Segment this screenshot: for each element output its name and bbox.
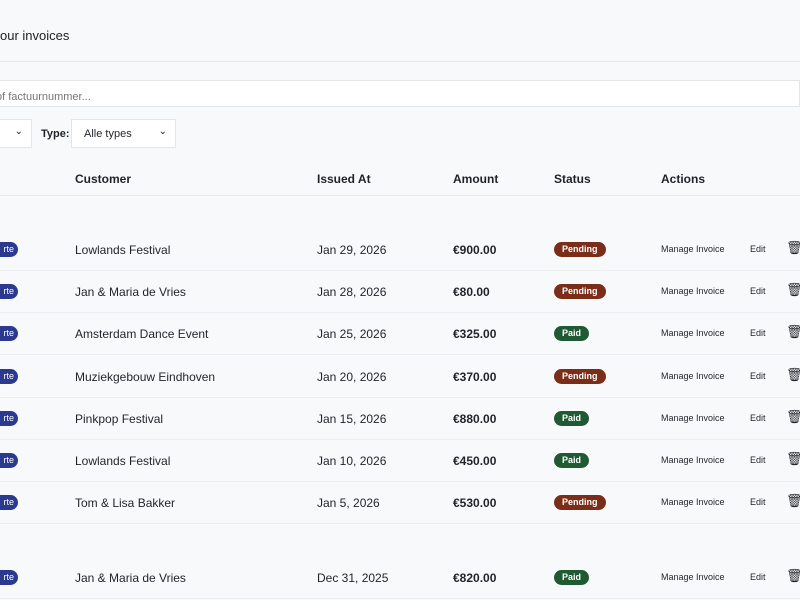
chevron-down-icon: ⌄ — [158, 126, 167, 137]
type-badge: rte — [0, 570, 18, 585]
trash-icon[interactable]: 🗑︎ — [786, 451, 800, 467]
trash-icon[interactable]: 🗑︎ — [786, 493, 800, 509]
table-row: rte Amsterdam Dance Event Jan 25, 2026 €… — [0, 313, 800, 355]
customer-cell: Pinkpop Festival — [75, 412, 164, 426]
type-filter-value: Alle types — [84, 128, 132, 140]
trash-icon[interactable]: 🗑︎ — [786, 409, 800, 425]
trash-icon[interactable]: 🗑︎ — [786, 324, 800, 340]
manage-invoice-button[interactable]: Manage Invoice — [661, 572, 725, 582]
edit-button[interactable]: Edit — [750, 572, 766, 582]
issued-cell: Jan 28, 2026 — [317, 285, 387, 299]
issued-cell: Jan 20, 2026 — [317, 370, 387, 384]
amount-cell: €530.00 — [453, 496, 497, 510]
type-badge: rte — [0, 242, 18, 257]
manage-invoice-button[interactable]: Manage Invoice — [661, 497, 725, 507]
table-row: rte Tom & Lisa Bakker Jan 5, 2026 €530.0… — [0, 482, 800, 524]
manage-invoice-button[interactable]: Manage Invoice — [661, 286, 725, 296]
status-badge: Paid — [554, 411, 590, 426]
manage-invoice-button[interactable]: Manage Invoice — [661, 371, 725, 381]
status-badge: Pending — [554, 495, 606, 510]
trash-icon[interactable]: 🗑︎ — [786, 240, 800, 256]
customer-cell: Amsterdam Dance Event — [75, 327, 209, 341]
amount-cell: €900.00 — [453, 243, 497, 257]
page-subtitle: our invoices — [0, 28, 70, 43]
manage-invoice-button[interactable]: Manage Invoice — [661, 328, 725, 338]
edit-button[interactable]: Edit — [750, 328, 766, 338]
status-filter-select[interactable]: ⌄ — [0, 119, 32, 148]
amount-cell: €880.00 — [453, 412, 497, 426]
type-badge: rte — [0, 284, 18, 299]
manage-invoice-button[interactable]: Manage Invoice — [661, 244, 725, 254]
edit-button[interactable]: Edit — [750, 244, 766, 254]
trash-icon[interactable]: 🗑︎ — [786, 367, 800, 383]
header-issued-at: Issued At — [317, 172, 371, 186]
table-row: rte Jan & Maria de Vries Jan 28, 2026 €8… — [0, 271, 800, 313]
header-status: Status — [554, 172, 591, 186]
trash-icon[interactable]: 🗑︎ — [786, 282, 800, 298]
customer-cell: Lowlands Festival — [75, 454, 171, 468]
customer-cell: Jan & Maria de Vries — [75, 285, 186, 299]
type-filter-select[interactable]: Alle types ⌄ — [71, 119, 176, 148]
status-badge: Pending — [554, 242, 606, 257]
type-badge: rte — [0, 453, 18, 468]
status-badge: Paid — [554, 570, 590, 585]
table-row: rte Muziekgebouw Eindhoven Jan 20, 2026 … — [0, 356, 800, 398]
customer-cell: Tom & Lisa Bakker — [75, 496, 176, 510]
divider — [0, 195, 800, 196]
amount-cell: €450.00 — [453, 454, 497, 468]
type-filter-label: Type: — [41, 128, 70, 140]
edit-button[interactable]: Edit — [750, 286, 766, 296]
type-badge: rte — [0, 495, 18, 510]
issued-cell: Dec 31, 2025 — [317, 571, 389, 585]
status-badge: Paid — [554, 326, 590, 341]
issued-cell: Jan 15, 2026 — [317, 412, 387, 426]
amount-cell: €820.00 — [453, 571, 497, 585]
status-badge: Pending — [554, 369, 606, 384]
amount-cell: €370.00 — [453, 370, 497, 384]
amount-cell: €80.00 — [453, 285, 490, 299]
table-row: rte Pinkpop Festival Jan 15, 2026 €880.0… — [0, 398, 800, 440]
chevron-down-icon: ⌄ — [14, 126, 23, 137]
issued-cell: Jan 10, 2026 — [317, 454, 387, 468]
customer-cell: Muziekgebouw Eindhoven — [75, 370, 216, 384]
type-badge: rte — [0, 369, 18, 384]
issued-cell: Jan 5, 2026 — [317, 496, 380, 510]
trash-icon[interactable]: 🗑︎ — [786, 568, 800, 584]
amount-cell: €325.00 — [453, 327, 497, 341]
manage-invoice-button[interactable]: Manage Invoice — [661, 455, 725, 465]
header-amount: Amount — [453, 172, 499, 186]
edit-button[interactable]: Edit — [750, 497, 766, 507]
customer-cell: Lowlands Festival — [75, 243, 171, 257]
table-row: rte Lowlands Festival Jan 29, 2026 €900.… — [0, 229, 800, 271]
status-badge: Paid — [554, 453, 590, 468]
issued-cell: Jan 29, 2026 — [317, 243, 387, 257]
type-badge: rte — [0, 411, 18, 426]
table-row: rte Lowlands Festival Jan 10, 2026 €450.… — [0, 440, 800, 482]
manage-invoice-button[interactable]: Manage Invoice — [661, 413, 725, 423]
header-customer: Customer — [75, 172, 132, 186]
divider — [0, 61, 800, 62]
status-badge: Pending — [554, 284, 606, 299]
edit-button[interactable]: Edit — [750, 413, 766, 423]
table-row: rte Jan & Maria de Vries Dec 31, 2025 €8… — [0, 557, 800, 599]
type-badge: rte — [0, 326, 18, 341]
customer-cell: Jan & Maria de Vries — [75, 571, 186, 585]
search-input[interactable] — [0, 80, 800, 107]
header-actions: Actions — [661, 172, 706, 186]
issued-cell: Jan 25, 2026 — [317, 327, 387, 341]
edit-button[interactable]: Edit — [750, 371, 766, 381]
edit-button[interactable]: Edit — [750, 455, 766, 465]
